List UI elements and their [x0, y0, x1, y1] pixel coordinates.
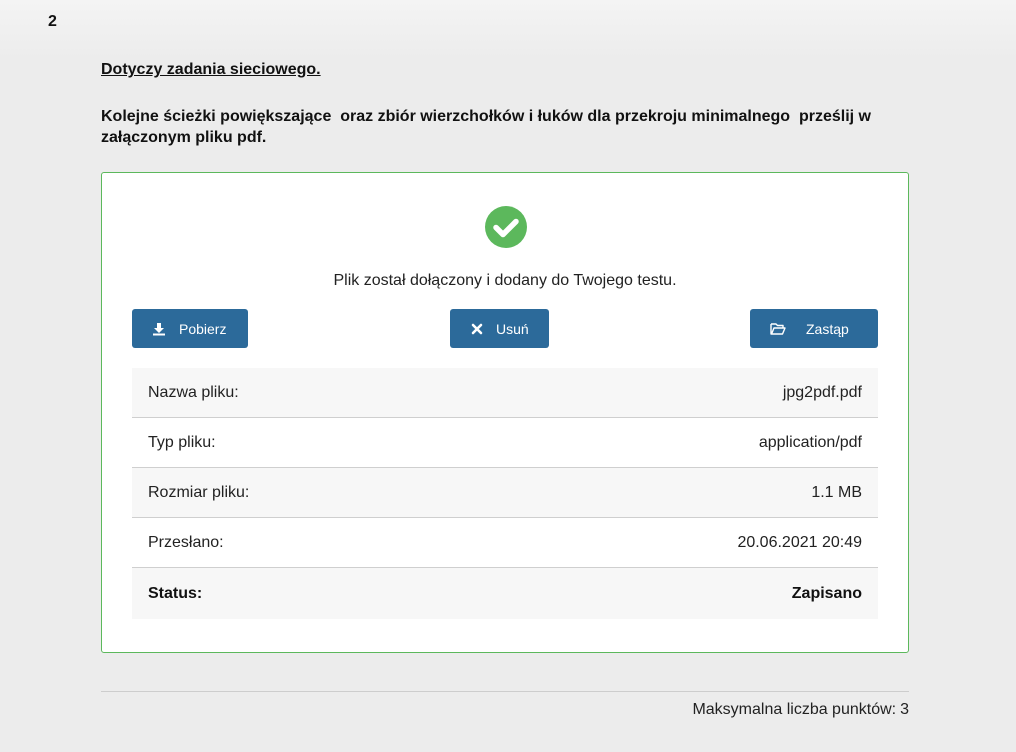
- download-button[interactable]: Pobierz: [132, 309, 248, 348]
- replace-button[interactable]: Zastąp: [750, 309, 878, 348]
- table-row-file-type: Typ pliku: application/pdf: [132, 418, 878, 468]
- table-row-status: Status: Zapisano: [132, 568, 878, 619]
- delete-button[interactable]: Usuń: [450, 309, 549, 348]
- max-points: Maksymalna liczba punktów: 3: [692, 701, 909, 719]
- row-value: application/pdf: [758, 433, 862, 451]
- folder-open-icon: [770, 322, 786, 336]
- max-points-value: 3: [900, 701, 909, 718]
- row-value: 1.1 MB: [811, 483, 862, 501]
- table-row-uploaded-at: Przesłano: 20.06.2021 20:49: [132, 518, 878, 568]
- row-label: Status:: [148, 584, 203, 602]
- row-value: jpg2pdf.pdf: [782, 383, 862, 401]
- row-label: Przesłano:: [148, 533, 224, 551]
- upload-success-message: Plik został dołączony i dodany do Twojeg…: [333, 272, 677, 289]
- max-points-label: Maksymalna liczba punktów:: [692, 701, 897, 718]
- file-details-table: Nazwa pliku: jpg2pdf.pdf Typ pliku: appl…: [132, 368, 878, 619]
- row-label: Nazwa pliku:: [148, 383, 239, 401]
- question-text: Kolejne ścieżki powiększające oraz zbiór…: [101, 108, 876, 146]
- replace-button-label: Zastąp: [806, 320, 849, 337]
- file-upload-panel: Plik został dołączony i dodany do Twojeg…: [101, 172, 909, 653]
- table-row-file-size: Rozmiar pliku: 1.1 MB: [132, 468, 878, 518]
- check-circle-icon: [485, 206, 527, 248]
- question-number: 2: [48, 13, 57, 30]
- download-button-label: Pobierz: [179, 320, 227, 337]
- divider: [101, 691, 909, 692]
- delete-button-label: Usuń: [496, 320, 529, 337]
- table-row-file-name: Nazwa pliku: jpg2pdf.pdf: [132, 368, 878, 418]
- status-value: Zapisano: [791, 584, 862, 602]
- download-icon: [152, 322, 166, 336]
- close-icon: [470, 322, 484, 336]
- row-value: 20.06.2021 20:49: [737, 533, 862, 551]
- row-label: Rozmiar pliku:: [148, 483, 250, 501]
- question-heading: Dotyczy zadania sieciowego.: [101, 61, 321, 78]
- row-label: Typ pliku:: [148, 433, 216, 451]
